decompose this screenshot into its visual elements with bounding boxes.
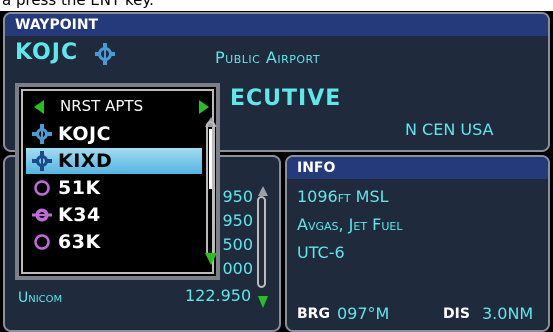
- instruction-text: a press the ENT key.: [0, 0, 553, 11]
- small-airport-icon: [34, 234, 50, 250]
- airport-list-item-selected[interactable]: KIXD: [26, 148, 202, 174]
- scrollbar-thumb[interactable]: [209, 129, 212, 189]
- timezone-text: UTC-6: [297, 243, 345, 262]
- waypoint-region: N CEN USA: [405, 120, 494, 139]
- non-towered-airport-icon: [32, 208, 52, 222]
- towered-airport-icon: [95, 43, 115, 65]
- towered-airport-icon: [32, 151, 52, 171]
- bearing-label: BRG: [297, 306, 330, 322]
- small-airport-icon: [34, 180, 50, 196]
- bearing-value: 097°M: [337, 304, 390, 323]
- airport-ident: KIXD: [58, 150, 113, 172]
- distance-value: 3.0NM: [482, 304, 534, 323]
- popup-title: NRST APTS: [60, 97, 144, 115]
- airport-ident: K34: [58, 204, 101, 226]
- nearest-airports-popup[interactable]: NRST APTS KOJC KIXD 51K K34 63K: [15, 83, 220, 280]
- waypoint-ident[interactable]: KOJC: [15, 40, 78, 65]
- distance-label: DIS: [443, 306, 470, 322]
- frequency-value: 950: [222, 187, 253, 206]
- scroll-down-arrow-icon[interactable]: [258, 296, 268, 308]
- info-header: INFO: [287, 157, 548, 179]
- frequency-value: 950: [222, 211, 253, 230]
- left-arrow-icon[interactable]: [34, 100, 44, 114]
- elevation-text: 1096ft MSL: [297, 187, 389, 206]
- unicom-frequency: 122.950: [185, 286, 252, 305]
- airport-ident: 51K: [58, 177, 101, 199]
- waypoint-type: Public Airport: [215, 48, 321, 67]
- nearest-airports-list: NRST APTS KOJC KIXD 51K K34 63K: [21, 89, 217, 274]
- unicom-label: Unicom: [18, 290, 63, 306]
- scroll-down-arrow-icon[interactable]: [205, 253, 217, 265]
- frequency-value: 000: [222, 259, 253, 278]
- towered-airport-icon: [32, 124, 52, 144]
- frequency-scrollbar[interactable]: [257, 196, 266, 288]
- scroll-up-arrow-icon[interactable]: [258, 186, 268, 196]
- waypoint-header: WAYPOINT: [5, 14, 548, 36]
- airport-ident: KOJC: [58, 123, 112, 145]
- frequency-value: 500: [222, 235, 253, 254]
- airport-list-item[interactable]: K34: [26, 202, 202, 228]
- waypoint-name: ECUTIVE: [230, 86, 342, 111]
- right-arrow-icon[interactable]: [199, 100, 209, 114]
- airport-list-item[interactable]: KOJC: [26, 121, 202, 147]
- airport-ident: 63K: [58, 231, 101, 253]
- airport-list-item[interactable]: 63K: [26, 229, 202, 255]
- fuel-text: Avgas, Jet Fuel: [297, 215, 403, 234]
- airport-list-item[interactable]: 51K: [26, 175, 202, 201]
- info-panel: INFO 1096ft MSL Avgas, Jet Fuel UTC-6 BR…: [285, 155, 550, 332]
